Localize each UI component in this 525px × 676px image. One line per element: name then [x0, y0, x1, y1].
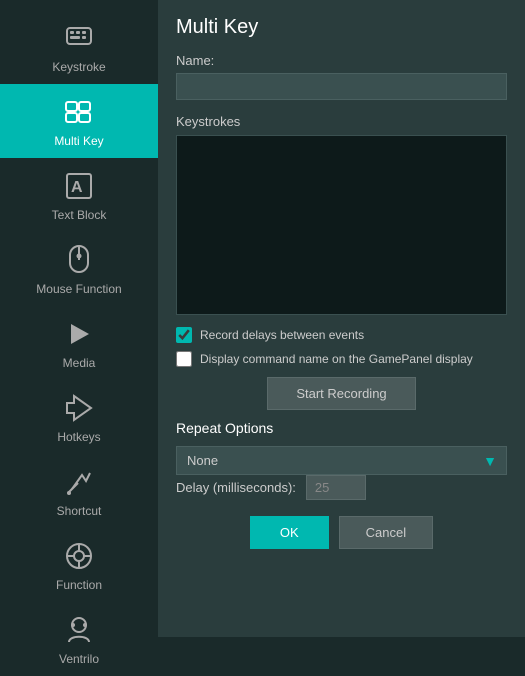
sidebar-item-ventrilo[interactable]: Ventrilo: [0, 602, 158, 676]
hotkeys-icon: [61, 390, 97, 426]
sidebar-item-ventrilo-label: Ventrilo: [59, 652, 99, 666]
shortcut-icon: [61, 464, 97, 500]
sidebar-item-keystroke[interactable]: Keystroke: [0, 10, 158, 84]
media-icon: [61, 316, 97, 352]
sidebar-item-media[interactable]: Media: [0, 306, 158, 380]
delay-row: Delay (milliseconds):: [176, 475, 507, 500]
sidebar-item-text-block-label: Text Block: [52, 208, 107, 222]
keystrokes-label: Keystrokes: [176, 114, 507, 129]
mouse-function-icon: [61, 242, 97, 278]
svg-text:A: A: [71, 179, 83, 196]
delay-label: Delay (milliseconds):: [176, 480, 296, 495]
start-recording-button[interactable]: Start Recording: [267, 377, 415, 410]
sidebar-item-mouse-function-label: Mouse Function: [36, 282, 121, 296]
sidebar-item-keystroke-label: Keystroke: [52, 60, 105, 74]
main-content: Multi Key Name: Keystrokes Record delays…: [158, 0, 525, 637]
repeat-select[interactable]: None: [176, 446, 507, 475]
sidebar-item-shortcut[interactable]: Shortcut: [0, 454, 158, 528]
ventrilo-icon: [61, 612, 97, 648]
repeat-options-title: Repeat Options: [176, 420, 507, 436]
sidebar-item-shortcut-label: Shortcut: [57, 504, 102, 518]
name-label: Name:: [176, 53, 507, 68]
cancel-button[interactable]: Cancel: [339, 516, 433, 549]
ok-button[interactable]: OK: [250, 516, 329, 549]
text-block-icon: A: [61, 168, 97, 204]
keystrokes-area: [176, 135, 507, 315]
sidebar-item-hotkeys-label: Hotkeys: [57, 430, 100, 444]
keystroke-icon: [61, 20, 97, 56]
delay-input[interactable]: [306, 475, 366, 500]
repeat-select-wrapper: None ▼: [176, 446, 507, 475]
name-input[interactable]: [176, 73, 507, 100]
record-delays-label[interactable]: Record delays between events: [200, 328, 364, 342]
record-delays-row: Record delays between events: [176, 327, 507, 343]
sidebar: Keystroke Multi Key A Text Block: [0, 0, 158, 637]
display-command-checkbox[interactable]: [176, 351, 192, 367]
page-title: Multi Key: [176, 16, 507, 39]
function-icon: [61, 538, 97, 574]
display-command-row: Display command name on the GamePanel di…: [176, 351, 507, 367]
multi-key-icon: [61, 94, 97, 130]
sidebar-item-hotkeys[interactable]: Hotkeys: [0, 380, 158, 454]
sidebar-item-multi-key[interactable]: Multi Key: [0, 84, 158, 158]
sidebar-item-function-label: Function: [56, 578, 102, 592]
display-command-label[interactable]: Display command name on the GamePanel di…: [200, 352, 473, 366]
sidebar-item-text-block[interactable]: A Text Block: [0, 158, 158, 232]
sidebar-item-mouse-function[interactable]: Mouse Function: [0, 232, 158, 306]
bottom-buttons: OK Cancel: [176, 516, 507, 549]
sidebar-item-multi-key-label: Multi Key: [54, 134, 103, 148]
sidebar-item-function[interactable]: Function: [0, 528, 158, 602]
sidebar-item-media-label: Media: [63, 356, 96, 370]
record-delays-checkbox[interactable]: [176, 327, 192, 343]
